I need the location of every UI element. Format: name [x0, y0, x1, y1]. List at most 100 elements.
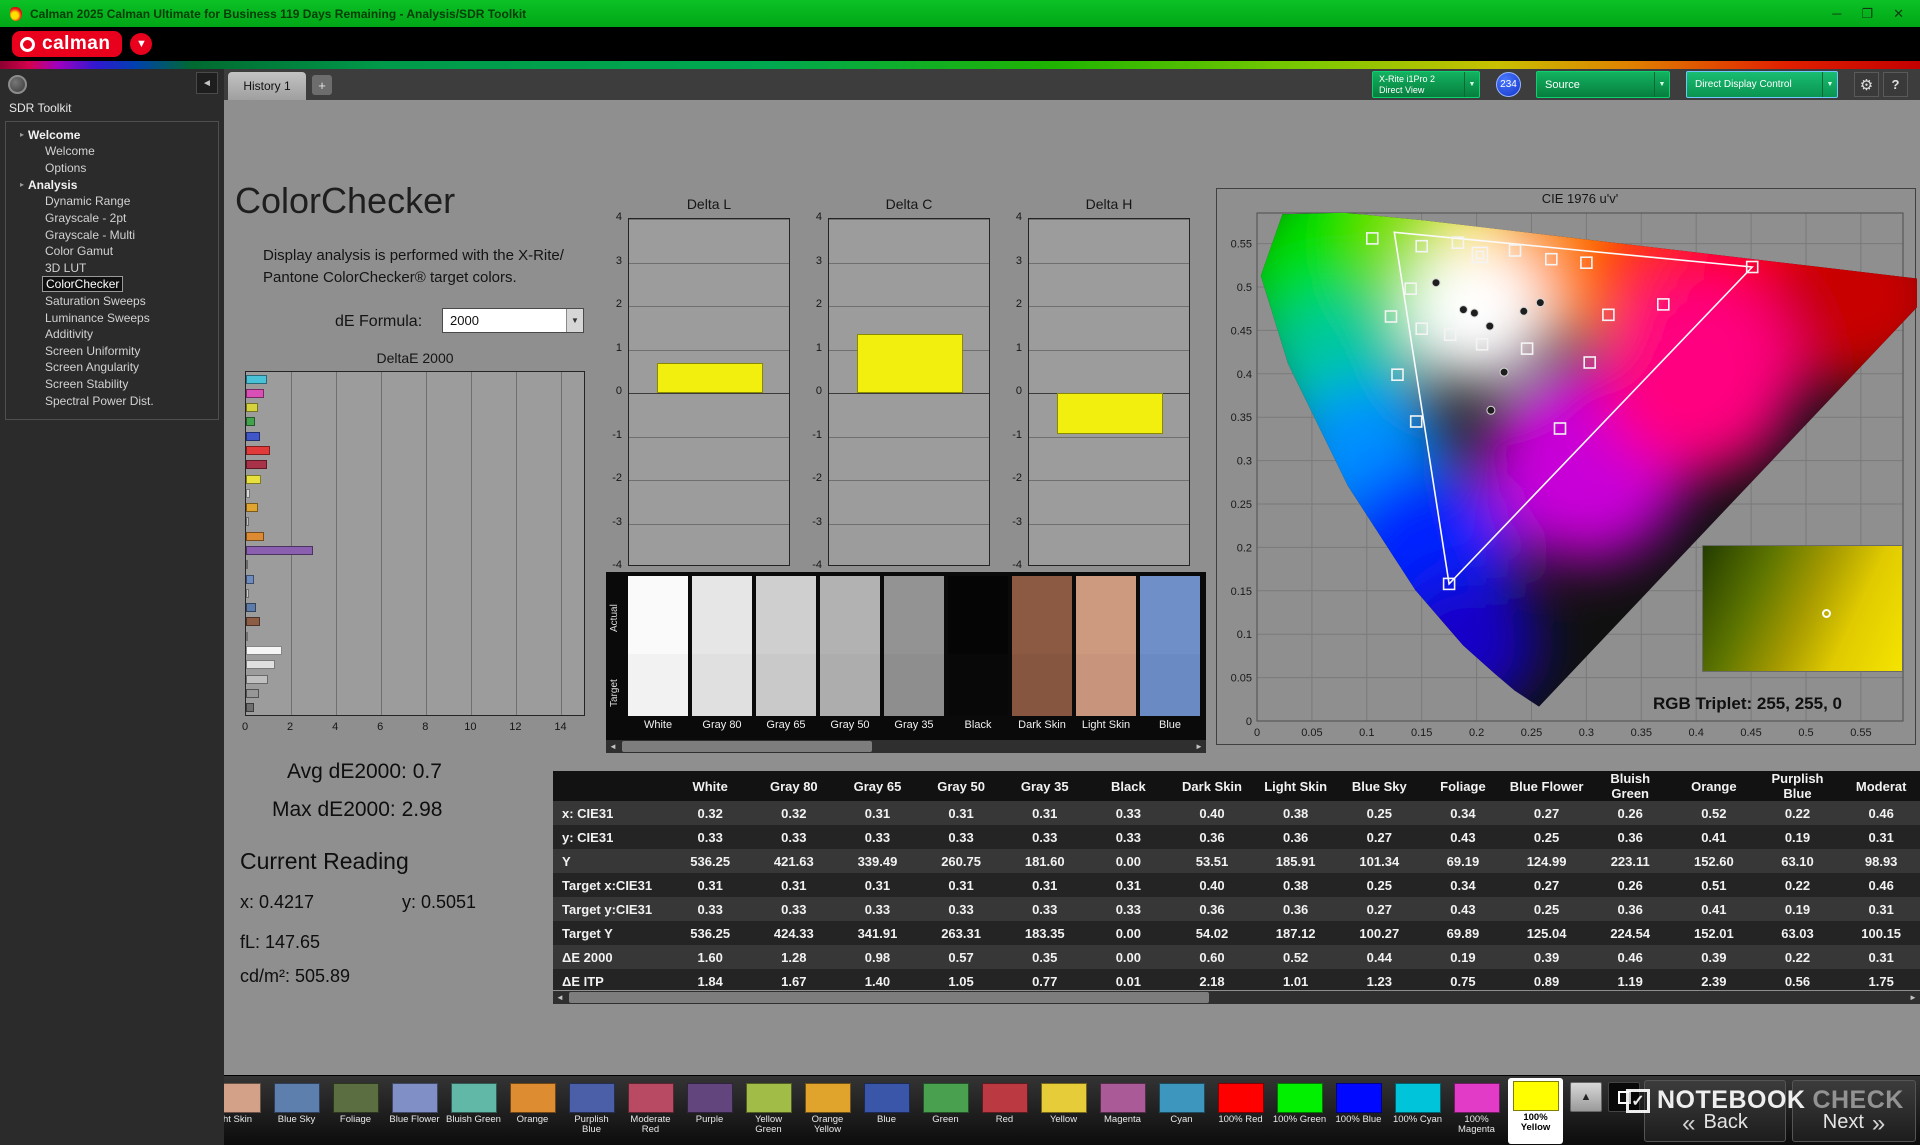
table-cell: 0.31 — [1115, 877, 1142, 893]
calman-logo[interactable]: calman — [12, 31, 123, 57]
scroll-left-icon[interactable]: ◄ — [553, 993, 567, 1002]
patch-cell-100-yellow[interactable]: 100% Yellow — [1508, 1078, 1563, 1144]
patch-cell-100-magenta[interactable]: 100% Magenta — [1449, 1080, 1504, 1142]
patch-cell-blue-sky[interactable]: Blue Sky — [269, 1080, 324, 1142]
patch-cell-red[interactable]: Red — [977, 1080, 1032, 1142]
deltae-bar — [246, 531, 264, 541]
display-control-dropdown[interactable]: Direct Display Control ▼ — [1686, 71, 1838, 98]
minimize-icon[interactable]: ─ — [1832, 0, 1841, 27]
patch-cell-ht-skin[interactable]: ht Skin — [224, 1080, 265, 1142]
tree-item-screen-stability[interactable]: Screen Stability — [6, 376, 218, 393]
logo-menu-button[interactable]: ▼ — [130, 33, 153, 55]
source-dropdown[interactable]: Source ▼ — [1536, 71, 1670, 98]
gridline — [629, 523, 789, 525]
maximize-icon[interactable]: ❐ — [1861, 0, 1873, 27]
patch-cell-bluish-green[interactable]: Bluish Green — [446, 1080, 501, 1142]
table-cell: 0.60 — [1199, 949, 1225, 965]
patch-column-gray-80[interactable]: Gray 80 — [692, 576, 752, 731]
scrollbar-track[interactable] — [620, 740, 1192, 753]
patch-strip-scrollbar[interactable]: ◄ ► — [606, 740, 1206, 753]
patch-cell-orange[interactable]: Orange — [505, 1080, 560, 1142]
patch-column-blue[interactable]: Blue — [1140, 576, 1200, 731]
scroll-right-icon[interactable]: ► — [1906, 993, 1920, 1002]
svg-text:0.5: 0.5 — [1798, 727, 1813, 739]
de-formula-dropdown[interactable]: 2000 ▼ — [442, 308, 584, 333]
row-label: Y — [562, 853, 571, 869]
tree-item-luminance-sweeps[interactable]: Luminance Sweeps — [6, 309, 218, 326]
tree-item-options[interactable]: Options — [6, 160, 218, 177]
row-label: ΔE ITP — [562, 973, 604, 989]
patch-cell-purple[interactable]: Purple — [682, 1080, 737, 1142]
table-cell: 0.51 — [1701, 877, 1727, 893]
tree-item-screen-angularity[interactable]: Screen Angularity — [6, 359, 218, 376]
tree-item-3d-lut[interactable]: 3D LUT — [6, 260, 218, 277]
patch-cell-moderate-red[interactable]: Moderate Red — [623, 1080, 678, 1142]
patch-cell-magenta[interactable]: Magenta — [1095, 1080, 1150, 1142]
add-tab-button[interactable]: + — [312, 75, 332, 95]
tab-history-1[interactable]: History 1 — [228, 72, 306, 100]
patch-cell-cyan[interactable]: Cyan — [1154, 1080, 1209, 1142]
tree-item-grayscale-multi[interactable]: Grayscale - Multi — [6, 226, 218, 243]
patch-column-black[interactable]: Black — [948, 576, 1008, 731]
patch-comparison-strip: Actual Target ◄ ► White Gray 80 Gray 65 Gra… — [606, 572, 1206, 753]
tree-item-color-gamut[interactable]: Color Gamut — [6, 243, 218, 260]
patch-label: Gray 50 — [830, 719, 870, 731]
tree-expand-icon[interactable]: ▸ — [20, 180, 24, 189]
table-cell: 0.33 — [864, 901, 891, 917]
deltae-x-axis: 0 2 4 6 8 10 12 14 — [242, 721, 585, 735]
patch-column-white[interactable]: White — [628, 576, 688, 731]
tree-item-screen-uniformity[interactable]: Screen Uniformity — [6, 343, 218, 360]
tree-expand-icon[interactable]: ▸ — [20, 130, 24, 139]
tree-item-additivity[interactable]: Additivity — [6, 326, 218, 343]
tree-item-spectral-power-dist[interactable]: Spectral Power Dist. — [6, 392, 218, 409]
patch-cell-100-blue[interactable]: 100% Blue — [1331, 1080, 1386, 1142]
svg-text:0.2: 0.2 — [1237, 542, 1252, 554]
deltae-bar — [246, 517, 249, 527]
display-window-button[interactable] — [1608, 1082, 1640, 1112]
patch-cell-green[interactable]: Green — [918, 1080, 973, 1142]
patch-column-dark-skin[interactable]: Dark Skin — [1012, 576, 1072, 731]
tree-item-saturation-sweeps[interactable]: Saturation Sweeps — [6, 293, 218, 310]
patch-column-gray-35[interactable]: Gray 35 — [884, 576, 944, 731]
session-icon[interactable] — [8, 75, 27, 94]
scrollbar-track[interactable] — [567, 991, 1906, 1004]
patch-cell-yellow[interactable]: Yellow — [1036, 1080, 1091, 1142]
close-icon[interactable]: ✕ — [1893, 0, 1904, 27]
tree-section-welcome[interactable]: ▸ Welcome — [6, 126, 218, 143]
scroll-right-icon[interactable]: ► — [1192, 742, 1206, 751]
table-cell: 0.31 — [1868, 949, 1894, 965]
patch-swatch — [1512, 1081, 1559, 1111]
collapse-sidebar-button[interactable]: ◄ — [196, 72, 218, 94]
scroll-left-icon[interactable]: ◄ — [606, 742, 620, 751]
scrollbar-thumb[interactable] — [622, 741, 872, 752]
gear-icon[interactable]: ⚙ — [1854, 72, 1879, 97]
tree-item-label: Saturation Sweeps — [45, 294, 146, 309]
patch-cell-100-cyan[interactable]: 100% Cyan — [1390, 1080, 1445, 1142]
column-header-white: White — [692, 778, 728, 794]
patch-cell-100-red[interactable]: 100% Red — [1213, 1080, 1268, 1142]
strip-up-button[interactable]: ▲ — [1570, 1082, 1602, 1112]
patch-column-gray-50[interactable]: Gray 50 — [820, 576, 880, 731]
help-icon[interactable]: ? — [1883, 72, 1908, 97]
tree-item-dynamic-range[interactable]: Dynamic Range — [6, 193, 218, 210]
next-button[interactable]: Next » — [1792, 1080, 1916, 1142]
patch-cell-purplish-blue[interactable]: Purplish Blue — [564, 1080, 619, 1142]
tree-item-grayscale-2pt[interactable]: Grayscale - 2pt — [6, 210, 218, 227]
patch-cell-foliage[interactable]: Foliage — [328, 1080, 383, 1142]
tree-section-analysis[interactable]: ▸ Analysis — [6, 176, 218, 193]
table-cell: 1.60 — [697, 949, 723, 965]
patch-cell-blue-flower[interactable]: Blue Flower — [387, 1080, 442, 1142]
patch-column-light-skin[interactable]: Light Skin — [1076, 576, 1136, 731]
tree-item-label: Additivity — [45, 327, 94, 342]
patch-cell-100-green[interactable]: 100% Green — [1272, 1080, 1327, 1142]
scrollbar-thumb[interactable] — [569, 992, 1209, 1003]
patch-cell-orange-yellow[interactable]: Orange Yellow — [800, 1080, 855, 1142]
patch-cell-yellow-green[interactable]: Yellow Green — [741, 1080, 796, 1142]
back-button[interactable]: « Back — [1644, 1080, 1786, 1142]
tree-item-colorchecker[interactable]: ColorChecker — [6, 276, 218, 293]
patch-column-gray-65[interactable]: Gray 65 — [756, 576, 816, 731]
meter-dropdown[interactable]: X-Rite i1Pro 2 Direct View ▼ — [1372, 71, 1480, 98]
tree-item-welcome[interactable]: Welcome — [6, 143, 218, 160]
table-scrollbar[interactable]: ◄ ► — [553, 991, 1920, 1004]
patch-cell-blue[interactable]: Blue — [859, 1080, 914, 1142]
